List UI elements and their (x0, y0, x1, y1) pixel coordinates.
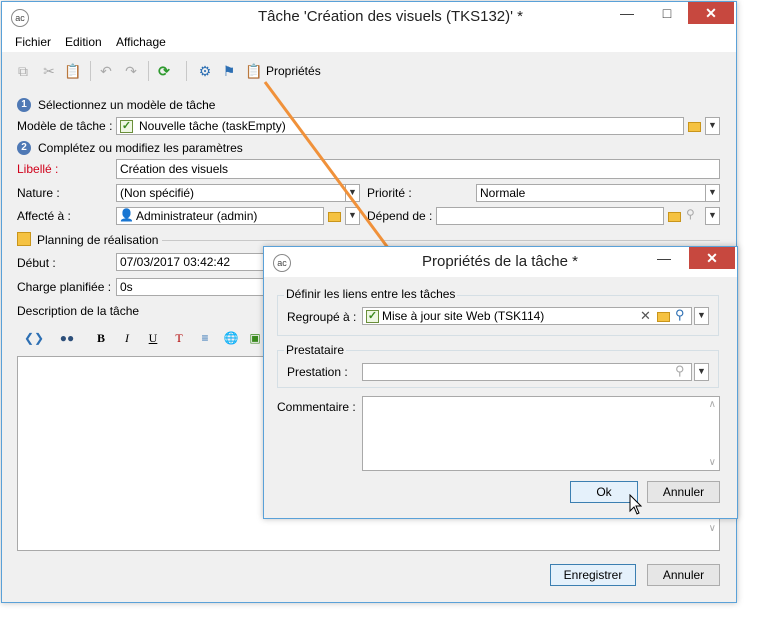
close-icon[interactable]: ✕ (689, 247, 735, 269)
dialog-title-bar: ac Propriétés de la tâche * — ✕ (264, 247, 737, 277)
dialog-title: Propriétés de la tâche * (422, 253, 578, 270)
dialog-cancel-button[interactable]: Annuler (647, 481, 720, 503)
app-icon: ac (273, 254, 291, 272)
prestation-dropdown-button[interactable]: ▼ (694, 363, 709, 381)
check-icon: ✓ (366, 310, 379, 323)
folder-icon[interactable] (657, 312, 670, 322)
commentaire-label: Commentaire : (277, 400, 356, 414)
ok-button[interactable]: Ok (570, 481, 638, 503)
commentaire-textarea[interactable]: ∧ ∨ (362, 396, 720, 471)
regroupe-label: Regroupé à : (287, 310, 357, 324)
prestataire-group-title: Prestataire (284, 343, 347, 357)
minimize-icon[interactable]: — (650, 247, 678, 269)
regroupe-dropdown-button[interactable]: ▼ (694, 307, 709, 325)
scroll-down-icon[interactable]: ∨ (709, 457, 716, 468)
clear-icon[interactable]: ✕ (640, 308, 651, 324)
search-icon[interactable]: ⚲ (675, 307, 685, 323)
properties-dialog: ac Propriétés de la tâche * — ✕ Définir … (263, 246, 738, 519)
search-icon[interactable]: ⚲ (675, 363, 685, 379)
links-group-title: Définir les liens entre les tâches (284, 287, 458, 301)
prestation-field[interactable] (362, 363, 692, 381)
mouse-cursor-icon (629, 494, 643, 515)
scroll-up-icon[interactable]: ∧ (709, 399, 716, 410)
prestation-label: Prestation : (287, 365, 348, 379)
